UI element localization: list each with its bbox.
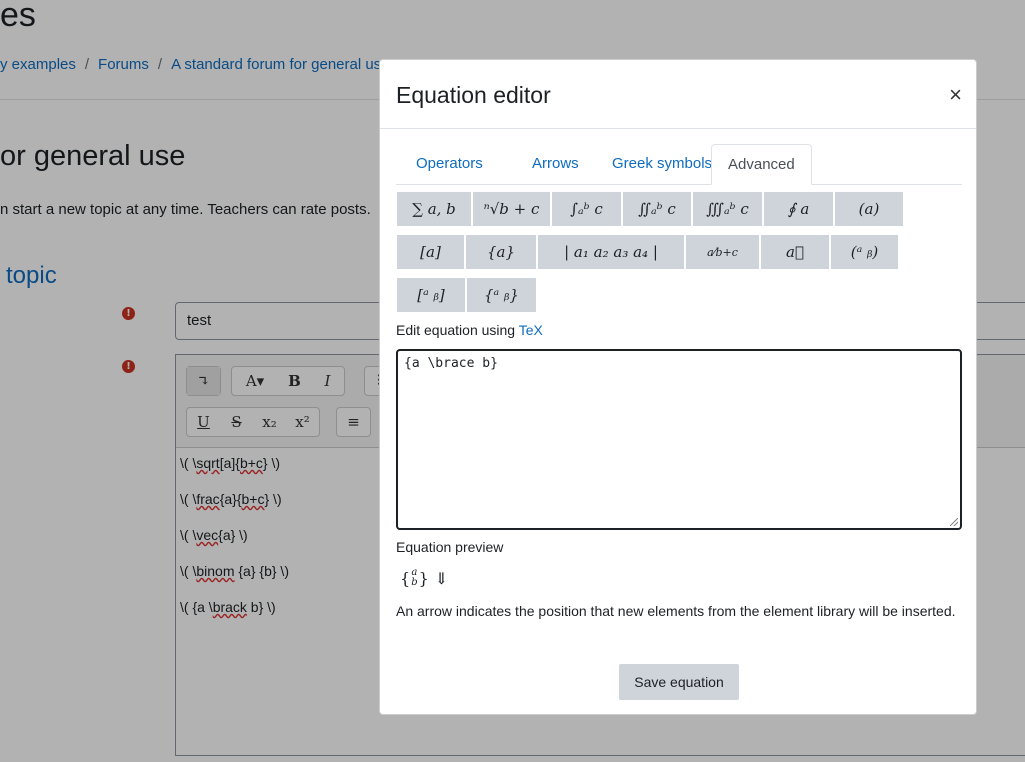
library-root-button[interactable]: ⁿ√b + c [472, 191, 551, 227]
library-sum-button[interactable]: ∑ a, b [396, 191, 472, 227]
library-brack-button[interactable]: [ᵃ ᵦ] [396, 277, 466, 313]
insert-position-arrow-icon: ⇓ [434, 568, 449, 588]
edit-equation-label: Edit equation using TeX [396, 322, 543, 338]
modal-header: Equation editor × [380, 60, 976, 129]
tex-input[interactable]: {a \brace b} [396, 349, 962, 530]
tab-operators[interactable]: Operators [400, 144, 499, 184]
library-matrix-button[interactable]: | a₁ a₂ a₃ a₄ | [537, 234, 685, 270]
modal-title: Equation editor [396, 82, 551, 108]
tab-greek-symbols[interactable]: Greek symbols [596, 144, 728, 184]
library-brackets-button[interactable]: [a] [396, 234, 465, 270]
library-binom-button[interactable]: (ᵃ ᵦ) [830, 234, 899, 270]
library-double-integral-button[interactable]: ∬ₐᵇ c [622, 191, 692, 227]
library-integral-button[interactable]: ∫ₐᵇ c [551, 191, 622, 227]
library-contour-integral-button[interactable]: ∮ a [763, 191, 834, 227]
save-equation-button[interactable]: Save equation [619, 664, 739, 700]
equation-preview-label: Equation preview [396, 539, 504, 555]
equation-editor-dialog: Equation editor × Operators Arrows Greek… [379, 59, 977, 715]
library-vector-button[interactable]: a⃗ [760, 234, 830, 270]
tab-advanced[interactable]: Advanced [711, 144, 812, 185]
insertion-note: An arrow indicates the position that new… [396, 603, 956, 619]
library-fraction-button[interactable]: a⁄b+c [685, 234, 760, 270]
tex-link[interactable]: TeX [519, 322, 543, 338]
library-brace-button[interactable]: {ᵃ ᵦ} [466, 277, 537, 313]
library-braces-button[interactable]: {a} [465, 234, 537, 270]
library-parentheses-button[interactable]: (a) [834, 191, 904, 227]
library-triple-integral-button[interactable]: ∭ₐᵇ c [692, 191, 763, 227]
tab-arrows[interactable]: Arrows [516, 144, 595, 184]
resize-handle-icon[interactable] [950, 518, 958, 526]
element-library-tabs: Operators Arrows Greek symbols Advanced [396, 144, 962, 185]
close-icon[interactable]: × [949, 84, 962, 106]
equation-preview: { a b } ⇓ [400, 567, 449, 588]
